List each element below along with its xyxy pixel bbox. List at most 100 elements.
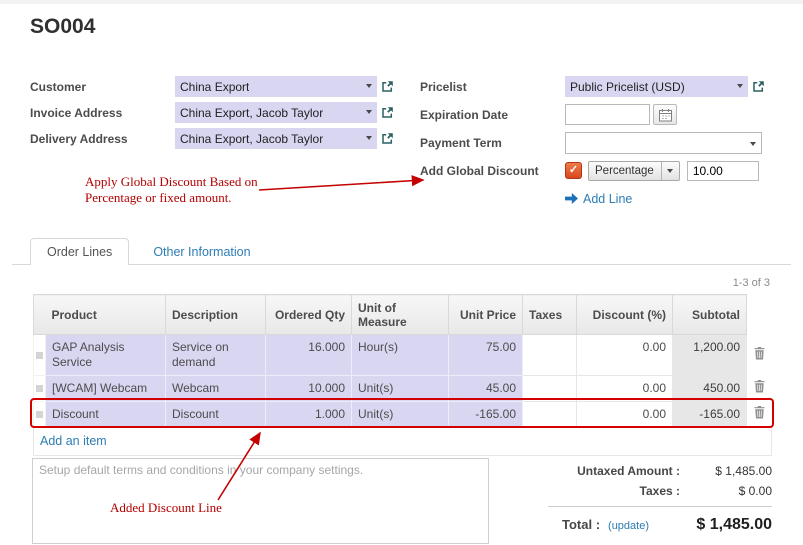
external-link-icon[interactable] <box>752 80 765 93</box>
form-right-column: Pricelist Public Pricelist (USD) Expirat… <box>420 76 765 216</box>
column-header-taxes[interactable]: Taxes <box>523 295 577 335</box>
row-handle <box>34 402 46 428</box>
delete-row-button[interactable] <box>747 402 772 428</box>
arrow-right-icon <box>565 193 578 204</box>
pricelist-field[interactable]: Public Pricelist (USD) <box>565 76 748 97</box>
cell-unit-of-measure[interactable]: Unit(s) <box>352 376 449 402</box>
annotation-discount-line-note: Added Discount Line <box>110 500 222 516</box>
cell-taxes[interactable] <box>523 335 577 376</box>
page-title: SO004 <box>30 15 95 39</box>
trash-icon <box>754 347 765 360</box>
chevron-down-icon[interactable] <box>750 142 756 146</box>
cell-description[interactable]: Service on demand <box>166 335 266 376</box>
cell-ordered-qty[interactable]: 16.000 <box>266 335 352 376</box>
order-line-row-1[interactable]: GAP Analysis Service Service on demand 1… <box>34 335 772 376</box>
total-label: Total : <box>562 517 600 532</box>
add-line-button[interactable]: Add Line <box>565 192 632 206</box>
taxes-label: Taxes : <box>548 484 680 498</box>
discount-type-value: Percentage <box>595 165 654 177</box>
totals-panel: Untaxed Amount : $ 1,485.00 Taxes : $ 0.… <box>548 464 772 534</box>
cell-subtotal: 450.00 <box>673 376 747 402</box>
cell-product[interactable]: Discount <box>46 402 166 428</box>
select-caret-box <box>661 162 673 180</box>
customer-field[interactable]: China Export <box>175 76 377 97</box>
handle-column-header <box>34 295 46 335</box>
drag-handle-icon <box>36 411 43 418</box>
cell-taxes[interactable] <box>523 402 577 428</box>
invoice-address-value: China Export, Jacob Taylor <box>180 106 323 120</box>
global-discount-checkbox[interactable] <box>565 162 582 179</box>
taxes-value: $ 0.00 <box>680 484 772 498</box>
column-header-product[interactable]: Product <box>46 295 166 335</box>
pricelist-label: Pricelist <box>420 80 565 94</box>
discount-amount-input[interactable] <box>687 161 759 181</box>
customer-row: Customer China Export <box>30 76 394 97</box>
column-header-subtotal[interactable]: Subtotal <box>673 295 747 335</box>
delete-row-button[interactable] <box>747 335 772 376</box>
payment-term-select[interactable] <box>565 132 762 154</box>
cell-unit-of-measure[interactable]: Hour(s) <box>352 335 449 376</box>
global-discount-row: Add Global Discount Percentage <box>420 160 765 181</box>
chevron-down-icon[interactable] <box>366 136 372 140</box>
cell-discount[interactable]: 0.00 <box>577 402 673 428</box>
taxes-row: Taxes : $ 0.00 <box>548 484 772 498</box>
drag-handle-icon <box>36 352 43 359</box>
pager[interactable]: 1-3 of 3 <box>733 277 770 289</box>
untaxed-amount-label: Untaxed Amount : <box>548 464 680 478</box>
sales-order-page: SO004 Customer China Export Invoice Addr… <box>0 0 803 545</box>
cell-discount[interactable]: 0.00 <box>577 335 673 376</box>
discount-type-select[interactable]: Percentage <box>588 161 680 181</box>
column-header-unit-price[interactable]: Unit Price <box>449 295 523 335</box>
column-header-description[interactable]: Description <box>166 295 266 335</box>
chevron-down-icon[interactable] <box>366 110 372 114</box>
tab-order-lines[interactable]: Order Lines <box>30 238 129 265</box>
arrow-to-global-discount <box>259 180 423 190</box>
cell-taxes[interactable] <box>523 376 577 402</box>
cell-unit-price[interactable]: -165.00 <box>449 402 523 428</box>
total-row: Total : (update) $ 1,485.00 <box>548 516 772 534</box>
calendar-icon[interactable] <box>653 104 677 125</box>
update-link[interactable]: (update) <box>608 520 649 532</box>
chevron-down-icon[interactable] <box>737 84 743 88</box>
cell-description[interactable]: Discount <box>166 402 266 428</box>
cell-ordered-qty[interactable]: 1.000 <box>266 402 352 428</box>
delivery-address-field[interactable]: China Export, Jacob Taylor <box>175 128 377 149</box>
external-link-icon[interactable] <box>381 106 394 119</box>
terms-and-conditions-textarea[interactable] <box>32 458 489 544</box>
cell-description[interactable]: Webcam <box>166 376 266 402</box>
add-item-row: Add an item <box>34 428 772 456</box>
order-line-row-2[interactable]: [WCAM] Webcam Webcam 10.000 Unit(s) 45.0… <box>34 376 772 402</box>
pricelist-value: Public Pricelist (USD) <box>570 80 685 94</box>
expiration-date-input[interactable] <box>565 104 650 125</box>
payment-term-label: Payment Term <box>420 136 565 150</box>
delivery-address-row: Delivery Address China Export, Jacob Tay… <box>30 128 394 149</box>
cell-unit-price[interactable]: 75.00 <box>449 335 523 376</box>
cell-unit-price[interactable]: 45.00 <box>449 376 523 402</box>
add-item-link[interactable]: Add an item <box>40 434 107 448</box>
column-header-unit-of-measure[interactable]: Unit of Measure <box>352 295 449 335</box>
chevron-down-icon[interactable] <box>366 84 372 88</box>
column-header-ordered-qty[interactable]: Ordered Qty <box>266 295 352 335</box>
order-line-row-discount[interactable]: Discount Discount 1.000 Unit(s) -165.00 … <box>34 402 772 428</box>
trash-column-header <box>747 295 772 335</box>
column-header-discount[interactable]: Discount (%) <box>577 295 673 335</box>
cell-subtotal: -165.00 <box>673 402 747 428</box>
top-divider <box>0 0 803 4</box>
cell-discount[interactable]: 0.00 <box>577 376 673 402</box>
customer-value: China Export <box>180 80 249 94</box>
invoice-address-field[interactable]: China Export, Jacob Taylor <box>175 102 377 123</box>
cell-unit-of-measure[interactable]: Unit(s) <box>352 402 449 428</box>
cell-product[interactable]: [WCAM] Webcam <box>46 376 166 402</box>
delete-row-button[interactable] <box>747 376 772 402</box>
invoice-address-label: Invoice Address <box>30 106 175 120</box>
global-discount-label: Add Global Discount <box>420 164 565 178</box>
customer-label: Customer <box>30 80 175 94</box>
tab-other-information[interactable]: Other Information <box>137 238 266 265</box>
total-value: $ 1,485.00 <box>696 516 772 534</box>
external-link-icon[interactable] <box>381 80 394 93</box>
cell-product[interactable]: GAP Analysis Service <box>46 335 166 376</box>
chevron-down-icon <box>667 169 673 173</box>
cell-ordered-qty[interactable]: 10.000 <box>266 376 352 402</box>
trash-icon <box>754 380 765 393</box>
external-link-icon[interactable] <box>381 132 394 145</box>
